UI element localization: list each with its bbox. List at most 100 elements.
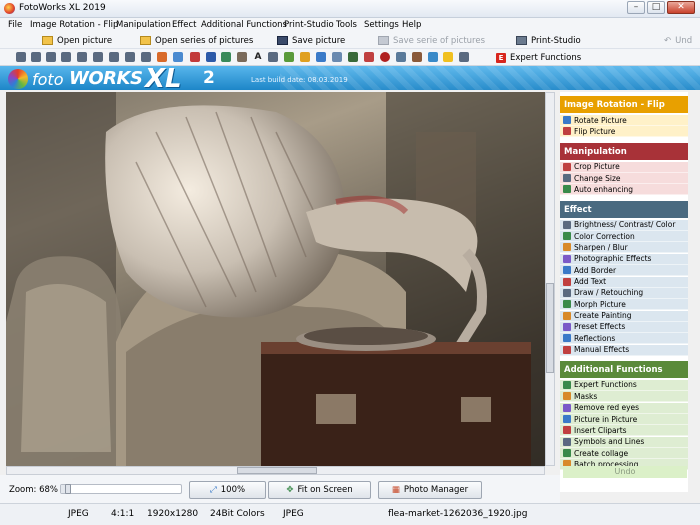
- photo-manager-button[interactable]: ▦ Photo Manager: [378, 481, 482, 499]
- text-icon[interactable]: A: [253, 52, 263, 62]
- rotate-left-icon[interactable]: [16, 52, 26, 62]
- clipart-icon[interactable]: [412, 52, 422, 62]
- function-icon: [563, 449, 571, 458]
- tools-toolbar: A E Expert Functions: [0, 49, 700, 66]
- section-header[interactable]: Additional Functions: [560, 360, 688, 378]
- horizontal-scrollbar[interactable]: [6, 466, 545, 475]
- panel-item[interactable]: Manual Effects: [560, 344, 688, 356]
- menu-help[interactable]: Help: [402, 20, 421, 30]
- panel-item[interactable]: Color Correction: [560, 231, 688, 243]
- minimize-button[interactable]: –: [627, 1, 645, 14]
- panel-item[interactable]: Expert Functions: [560, 379, 688, 391]
- panel-item-label: Symbols and Lines: [574, 437, 645, 447]
- section-header[interactable]: Image Rotation - Flip: [560, 96, 688, 113]
- vertical-scrollbar[interactable]: [545, 92, 555, 466]
- function-icon: [563, 426, 571, 435]
- menu-settings[interactable]: Settings: [364, 20, 399, 30]
- image-canvas[interactable]: [6, 92, 545, 466]
- panel-item[interactable]: Masks: [560, 391, 688, 403]
- expert-functions-button[interactable]: E Expert Functions: [496, 50, 581, 65]
- resize-icon[interactable]: [141, 52, 151, 62]
- print-studio-button[interactable]: Print-Studio: [516, 33, 581, 48]
- panel-item[interactable]: Sharpen / Blur: [560, 242, 688, 254]
- draw-icon[interactable]: [268, 52, 278, 62]
- open-series-button[interactable]: Open series of pictures: [140, 33, 253, 48]
- panel-item-label: Picture in Picture: [574, 414, 638, 424]
- masks-icon[interactable]: [364, 52, 374, 62]
- menu-manipulation[interactable]: Manipulation: [116, 20, 171, 30]
- auto-enhance-icon[interactable]: [157, 52, 167, 62]
- section-header[interactable]: Effect: [560, 200, 688, 218]
- symbols-icon[interactable]: [428, 52, 438, 62]
- fit-on-screen-button[interactable]: ✥ Fit on Screen: [268, 481, 371, 499]
- rotate-ccw-icon[interactable]: [46, 52, 56, 62]
- manual-effects-icon[interactable]: [348, 52, 358, 62]
- panel-item[interactable]: Morph Picture: [560, 299, 688, 311]
- panel-item[interactable]: Brightness/ Contrast/ Color: [560, 219, 688, 231]
- zoom-slider[interactable]: [60, 484, 182, 494]
- star-icon[interactable]: [443, 52, 453, 62]
- mirror-icon[interactable]: [93, 52, 103, 62]
- menu-image-rotation[interactable]: Image Rotation - Flip: [30, 20, 118, 30]
- open-picture-button[interactable]: Open picture: [42, 33, 112, 48]
- panel-item[interactable]: Add Border: [560, 265, 688, 277]
- sharpen-icon[interactable]: [206, 52, 216, 62]
- section-header[interactable]: Manipulation: [560, 142, 688, 160]
- menu-effect[interactable]: Effect: [172, 20, 196, 30]
- save-picture-button[interactable]: Save picture: [277, 33, 345, 48]
- panel-item[interactable]: Reflections: [560, 333, 688, 345]
- panel-item[interactable]: Insert Cliparts: [560, 425, 688, 437]
- function-icon: [563, 345, 571, 354]
- rotate-right-icon[interactable]: [31, 52, 41, 62]
- panel-item-label: Add Border: [574, 265, 617, 275]
- red-eye-icon[interactable]: [380, 52, 390, 62]
- save-series-button[interactable]: Save serie of pictures: [378, 33, 485, 48]
- menu-file[interactable]: File: [8, 20, 22, 30]
- panel-item[interactable]: Auto enhancing: [560, 184, 688, 196]
- panel-item[interactable]: Crop Picture: [560, 161, 688, 173]
- brightness-icon[interactable]: [173, 52, 183, 62]
- panel-item[interactable]: Flip Picture: [560, 126, 688, 138]
- panel-item[interactable]: Create Painting: [560, 310, 688, 322]
- panel-item-label: Morph Picture: [574, 299, 626, 309]
- zoom-slider-knob[interactable]: [65, 484, 71, 494]
- color-icon[interactable]: [190, 52, 200, 62]
- morph-icon[interactable]: [284, 52, 294, 62]
- panel-item[interactable]: Add Text: [560, 276, 688, 288]
- panel-item[interactable]: Change Size: [560, 173, 688, 185]
- panel-item[interactable]: Picture in Picture: [560, 414, 688, 425]
- panel-item[interactable]: Preset Effects: [560, 321, 688, 333]
- menu-print-studio[interactable]: Print-Studio: [284, 20, 334, 30]
- maximize-button[interactable]: □: [647, 1, 665, 14]
- panel-item[interactable]: Photographic Effects: [560, 253, 688, 265]
- preset-icon[interactable]: [316, 52, 326, 62]
- panel-item[interactable]: Draw / Retouching: [560, 287, 688, 299]
- menu-additional-functions[interactable]: Additional Functions: [201, 20, 287, 30]
- rotate-cw-icon[interactable]: [61, 52, 71, 62]
- reflection-icon[interactable]: [332, 52, 342, 62]
- undo-panel-button[interactable]: Undo: [563, 466, 687, 478]
- panel-item[interactable]: Remove red eyes: [560, 402, 688, 414]
- panel-item[interactable]: Symbols and Lines: [560, 436, 688, 448]
- border-icon[interactable]: [237, 52, 247, 62]
- panel-item-label: Expert Functions: [574, 380, 637, 390]
- crop-icon[interactable]: [125, 52, 135, 62]
- batch-icon[interactable]: [459, 52, 469, 62]
- panel-item-label: Rotate Picture: [574, 115, 627, 125]
- vertical-scroll-thumb[interactable]: [546, 283, 554, 373]
- picture-in-picture-icon[interactable]: [396, 52, 406, 62]
- undo-toolbar-button[interactable]: ↶ Und: [664, 33, 692, 48]
- menu-tools[interactable]: Tools: [336, 20, 357, 30]
- photo-gramophone: [6, 92, 545, 466]
- painting-icon[interactable]: [300, 52, 310, 62]
- panel-item[interactable]: Rotate Picture: [560, 115, 688, 126]
- function-icon: [563, 127, 571, 136]
- photo-effects-icon[interactable]: [221, 52, 231, 62]
- flip-icon[interactable]: [77, 52, 87, 62]
- zoom-100-button[interactable]: ⤢ 100%: [189, 481, 266, 499]
- app-icon: [4, 3, 15, 14]
- panel-item[interactable]: Create collage: [560, 448, 688, 460]
- rotate-free-icon[interactable]: [109, 52, 119, 62]
- horizontal-scroll-thumb[interactable]: [237, 467, 317, 474]
- close-button[interactable]: ✕: [667, 1, 695, 14]
